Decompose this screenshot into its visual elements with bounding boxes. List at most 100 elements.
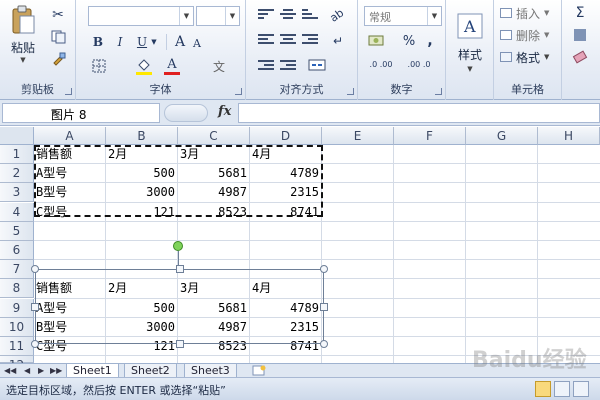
table-cell[interactable]: 121	[106, 203, 178, 222]
page-break-view-button[interactable]	[573, 381, 589, 397]
font-name-combo[interactable]: ▼	[88, 6, 194, 26]
percent-button[interactable]: %	[400, 32, 418, 50]
table-cell[interactable]: 3000	[106, 183, 178, 202]
rotation-handle[interactable]	[173, 241, 183, 251]
number-launcher[interactable]	[435, 88, 442, 95]
header-cell[interactable]: 4月	[250, 145, 322, 164]
format-painter-button[interactable]	[48, 50, 70, 68]
row-header[interactable]: 8	[0, 279, 34, 299]
align-bottom-icon[interactable]	[302, 9, 318, 21]
table-cell[interactable]: 2315	[250, 318, 322, 337]
resize-handle[interactable]	[175, 340, 184, 348]
row-header[interactable]: 3	[0, 183, 34, 203]
phonetic-button[interactable]: 文	[208, 58, 230, 74]
paste-button[interactable]: 粘贴 ▼	[4, 4, 42, 64]
wrap-text-button[interactable]: ↵	[328, 32, 348, 50]
insert-sheet-button[interactable]	[252, 365, 266, 376]
table-cell[interactable]: B型号	[34, 318, 106, 337]
decrease-decimal-button[interactable]: .00 .0	[402, 56, 436, 74]
shrink-font-button[interactable]: A	[190, 36, 204, 50]
column-header[interactable]: F	[394, 127, 466, 145]
row-header[interactable]: 7	[0, 260, 34, 280]
accounting-format-button[interactable]	[366, 32, 388, 50]
underline-dropdown[interactable]: ▼	[150, 34, 158, 50]
column-header[interactable]: E	[322, 127, 394, 145]
resize-handle[interactable]	[320, 340, 328, 348]
name-box[interactable]: 图片 8 ▼	[2, 103, 160, 123]
fill-button[interactable]	[568, 26, 592, 44]
align-center-icon[interactable]	[280, 34, 296, 46]
table-cell[interactable]: 2315	[250, 183, 322, 202]
header-cell[interactable]: 2月	[106, 145, 178, 164]
align-right-icon[interactable]	[302, 34, 318, 46]
row-header[interactable]: 2	[0, 164, 34, 184]
tab-sheet3[interactable]: Sheet3	[184, 364, 237, 378]
comma-button[interactable]: ,	[422, 32, 438, 50]
row-header[interactable]: 5	[0, 221, 34, 241]
bold-button[interactable]: B	[90, 34, 106, 50]
header-cell[interactable]: 销售额	[34, 145, 106, 164]
insert-function-button[interactable]: fx	[218, 104, 231, 119]
normal-view-button[interactable]	[535, 381, 551, 397]
row-header[interactable]: 12	[0, 356, 34, 372]
resize-handle[interactable]	[31, 265, 39, 273]
table-cell[interactable]: 8741	[250, 203, 322, 222]
number-format-combo[interactable]: 常规 ▼	[364, 6, 442, 26]
table-cell[interactable]: 4789	[250, 164, 322, 183]
row-header[interactable]: 4	[0, 202, 34, 222]
row-header[interactable]: 10	[0, 317, 34, 337]
align-left-icon[interactable]	[258, 34, 274, 46]
header-cell[interactable]: 4月	[250, 279, 322, 298]
table-cell[interactable]: 4789	[250, 299, 322, 318]
table-cell[interactable]: 4987	[178, 183, 250, 202]
grow-font-button[interactable]: A	[172, 34, 188, 50]
clipboard-launcher[interactable]	[65, 88, 72, 95]
prev-sheet-icon[interactable]: ◀	[24, 366, 30, 375]
page-layout-view-button[interactable]	[554, 381, 570, 397]
tab-sheet1[interactable]: Sheet1	[66, 364, 119, 378]
decrease-indent-icon[interactable]	[258, 60, 274, 72]
table-cell[interactable]: 121	[106, 337, 178, 356]
fill-color-button[interactable]	[134, 56, 154, 76]
column-header[interactable]: D	[250, 127, 322, 145]
table-cell[interactable]: 8741	[250, 337, 322, 356]
table-cell[interactable]: B型号	[34, 183, 106, 202]
underline-button[interactable]: U	[134, 34, 150, 50]
autosum-button[interactable]: Σ	[568, 4, 592, 22]
font-size-combo[interactable]: ▼	[196, 6, 240, 26]
select-all-corner[interactable]	[0, 127, 34, 145]
resize-handle[interactable]	[320, 265, 328, 273]
table-cell[interactable]: C型号	[34, 337, 106, 356]
align-top-icon[interactable]	[258, 9, 274, 21]
resize-handle[interactable]	[31, 302, 39, 311]
increase-decimal-button[interactable]: .0 .00	[364, 56, 398, 74]
table-cell[interactable]: 5681	[178, 299, 250, 318]
table-cell[interactable]: 3000	[106, 318, 178, 337]
cut-button[interactable]: ✂	[48, 6, 68, 24]
table-cell[interactable]: A型号	[34, 299, 106, 318]
table-cell[interactable]: 4987	[178, 318, 250, 337]
table-cell[interactable]: 8523	[178, 337, 250, 356]
row-header[interactable]: 11	[0, 337, 34, 356]
increase-indent-icon[interactable]	[280, 60, 296, 72]
align-middle-icon[interactable]	[280, 9, 296, 21]
clear-button[interactable]	[568, 48, 592, 66]
tab-sheet2[interactable]: Sheet2	[124, 364, 177, 378]
header-cell[interactable]: 3月	[178, 145, 250, 164]
column-header[interactable]: C	[178, 127, 250, 145]
resize-handle[interactable]	[175, 265, 184, 273]
table-cell[interactable]: 500	[106, 164, 178, 183]
header-cell[interactable]: 销售额	[34, 279, 106, 298]
alignment-launcher[interactable]	[347, 88, 354, 95]
column-header[interactable]: H	[538, 127, 600, 145]
next-sheet-icon[interactable]: ▶	[38, 366, 44, 375]
resize-handle[interactable]	[320, 302, 328, 311]
italic-button[interactable]: I	[112, 34, 128, 50]
resize-handle[interactable]	[31, 340, 39, 348]
orientation-button[interactable]: ab	[324, 6, 350, 25]
formula-input[interactable]	[238, 103, 600, 123]
styles-button[interactable]: A 样式 ▼	[450, 4, 490, 80]
delete-button[interactable]: 删除 ▼	[500, 26, 560, 44]
column-header[interactable]: G	[466, 127, 538, 145]
row-header[interactable]: 9	[0, 298, 34, 318]
